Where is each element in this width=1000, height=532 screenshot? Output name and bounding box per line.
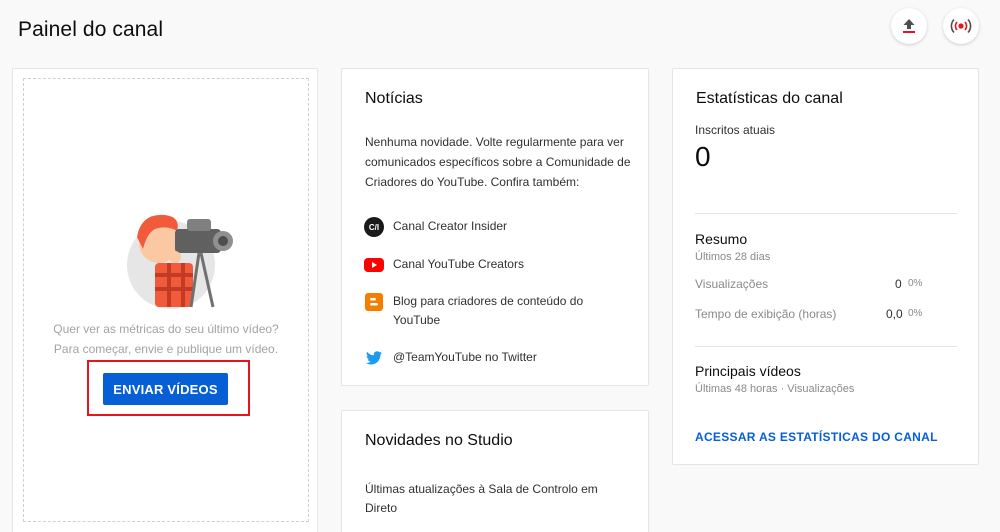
metric-label-views: Visualizações <box>695 277 769 291</box>
youtube-icon <box>364 255 384 275</box>
news-body: Nenhuma novidade. Volte regularmente par… <box>365 135 631 189</box>
news-link-creator-insider[interactable]: C/I Canal Creator Insider <box>364 217 623 237</box>
svg-text:C/I: C/I <box>369 223 379 232</box>
news-link-label: Canal Creator Insider <box>393 219 508 233</box>
live-broadcast-icon <box>950 18 972 34</box>
studio-news-card: Novidades no Studio Últimas atualizações… <box>341 410 649 532</box>
news-link-label: Canal YouTube Creators <box>393 257 524 271</box>
studio-body: Últimas atualizações à Sala de Controlo … <box>365 482 598 515</box>
empty-state-line-2: Para começar, envie e publique um vídeo. <box>53 342 279 356</box>
metric-value-views: 0 <box>895 277 902 291</box>
page-title: Painel do canal <box>18 18 164 41</box>
twitter-icon <box>364 348 384 368</box>
summary-period: Últimos 28 dias <box>695 251 771 263</box>
go-live-button[interactable] <box>943 8 979 44</box>
metric-pct-watch-time: 0% <box>908 308 923 319</box>
upload-videos-button[interactable]: ENVIAR VÍDEOS <box>103 373 228 405</box>
empty-state-message: Quer ver as métricas do seu último vídeo… <box>13 319 319 359</box>
metric-value-watch-time: 0,0 <box>886 307 903 321</box>
metric-pct-views: 0% <box>908 278 923 289</box>
upload-button[interactable] <box>891 8 927 44</box>
latest-video-card: Quer ver as métricas do seu último vídeo… <box>12 68 318 532</box>
divider <box>695 346 957 347</box>
news-link-youtube-creators[interactable]: Canal YouTube Creators <box>364 255 623 275</box>
summary-title: Resumo <box>695 231 748 247</box>
blogger-icon <box>364 292 384 312</box>
stats-title: Estatísticas do canal <box>696 90 843 107</box>
divider <box>695 213 957 214</box>
channel-stats-card: Estatísticas do canal Inscritos atuais 0… <box>672 68 979 465</box>
studio-title: Novidades no Studio <box>365 432 513 449</box>
upload-icon <box>903 19 915 33</box>
videographer-illustration <box>127 214 233 309</box>
news-link-twitter[interactable]: @TeamYouTube no Twitter <box>364 348 623 368</box>
subscribers-value: 0 <box>695 141 711 172</box>
news-link-blog[interactable]: Blog para criadores de conteúdo do YouTu… <box>364 292 623 330</box>
top-videos-title: Principais vídeos <box>695 363 801 379</box>
news-link-label: @TeamYouTube no Twitter <box>393 350 537 364</box>
subscribers-label: Inscritos atuais <box>695 123 776 137</box>
news-title: Notícias <box>365 90 423 107</box>
news-link-label: Blog para criadores de conteúdo do YouTu… <box>393 294 584 327</box>
top-videos-subtitle: Últimas 48 horas · Visualizações <box>695 383 855 395</box>
creator-insider-icon: C/I <box>364 217 384 237</box>
empty-state-line-1: Quer ver as métricas do seu último vídeo… <box>53 322 279 336</box>
news-card: Notícias Nenhuma novidade. Volte regular… <box>341 68 649 386</box>
channel-analytics-link[interactable]: ACESSAR AS ESTATÍSTICAS DO CANAL <box>695 430 938 444</box>
